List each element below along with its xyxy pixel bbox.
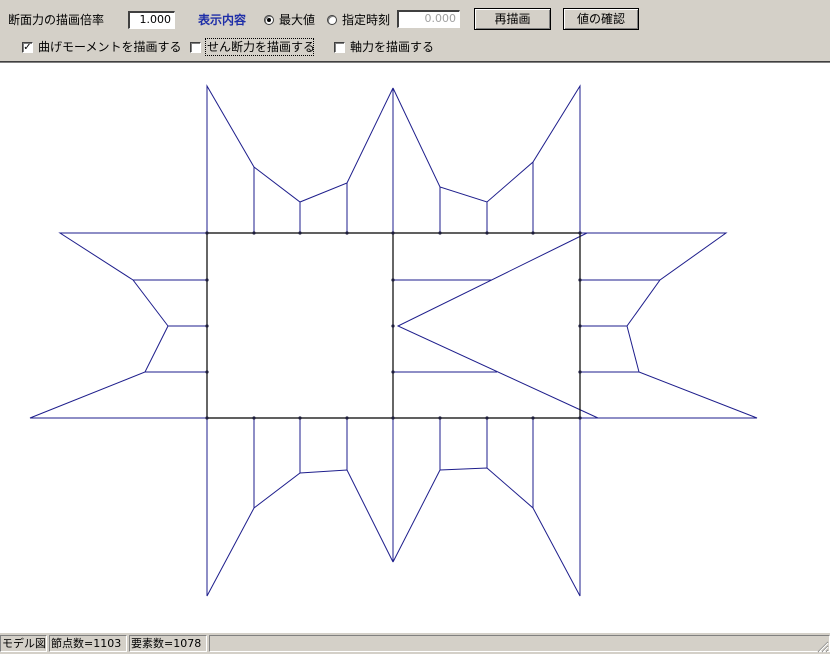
display-content-label: 表示内容 — [198, 13, 247, 27]
radio-max-label: 最大値 — [279, 13, 316, 27]
radio-max[interactable] — [264, 15, 274, 25]
scale-input[interactable]: 1.000 — [128, 11, 175, 29]
radio-specified-time-label: 指定時刻 — [342, 13, 391, 27]
control-toolbar: 断面力の描画倍率 1.000 表示内容 最大値 指定時刻 0.000 再描画 値… — [0, 0, 830, 63]
radio-selected-dot — [267, 18, 271, 22]
diagram-ordinates — [393, 279, 497, 373]
bending-moment-checkbox[interactable]: ✓ — [22, 42, 33, 53]
status-empty-pane — [209, 635, 830, 652]
scale-label: 断面力の描画倍率 — [8, 13, 105, 27]
diagram-ordinates — [253, 418, 348, 508]
axial-force-checkbox[interactable] — [334, 42, 345, 53]
diagram-ordinates — [253, 167, 348, 233]
diagram-ordinates — [580, 279, 660, 373]
diagram-outline — [396, 232, 599, 419]
shear-force-checkbox[interactable] — [190, 42, 201, 53]
radio-specified-time[interactable] — [327, 15, 337, 25]
bending-moment-label: 曲げモーメントを描画する — [38, 40, 182, 54]
status-node-count: 節点数=1103 — [49, 635, 127, 652]
status-bar: モデル図 節点数=1103 要素数=1078 — [0, 632, 830, 654]
axial-force-label: 軸力を描画する — [350, 40, 435, 54]
status-element-count: 要素数=1078 — [129, 635, 207, 652]
redraw-button[interactable]: 再描画 — [474, 8, 551, 30]
time-input[interactable]: 0.000 — [397, 10, 460, 28]
diagram-canvas[interactable] — [0, 63, 830, 631]
diagram-ordinates — [439, 418, 534, 508]
resize-grip-icon[interactable] — [817, 641, 829, 653]
check-values-button[interactable]: 値の確認 — [563, 8, 639, 30]
diagram-ordinates — [439, 162, 534, 233]
focus-rectangle — [205, 38, 314, 56]
status-mode: モデル図 — [0, 635, 47, 652]
bending-moment-diagram — [29, 84, 758, 597]
